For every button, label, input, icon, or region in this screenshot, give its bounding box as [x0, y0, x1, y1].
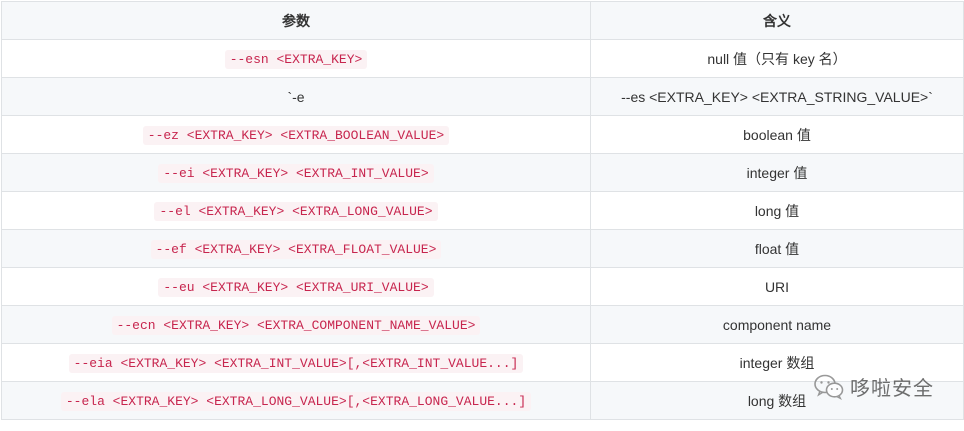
table-body: --esn <EXTRA_KEY> null 值（只有 key 名） `-e --es… [1, 39, 964, 420]
param-code: --ef <EXTRA_KEY> <EXTRA_FLOAT_VALUE> [150, 240, 442, 259]
param-cell: --esn <EXTRA_KEY> [1, 39, 591, 78]
param-text: `-e [287, 88, 305, 105]
table-row: --esn <EXTRA_KEY> null 值（只有 key 名） [1, 39, 964, 78]
watermark-text: 哆啦安全 [850, 376, 934, 400]
param-code: --ez <EXTRA_KEY> <EXTRA_BOOLEAN_VALUE> [142, 126, 450, 145]
param-cell: --ela <EXTRA_KEY> <EXTRA_LONG_VALUE>[,<E… [1, 381, 591, 420]
param-code: --ela <EXTRA_KEY> <EXTRA_LONG_VALUE>[,<E… [60, 392, 532, 411]
wechat-icon [814, 374, 844, 400]
table-row: --ef <EXTRA_KEY> <EXTRA_FLOAT_VALUE> floa… [1, 229, 964, 268]
param-cell: `-e [1, 77, 591, 116]
param-code: --ei <EXTRA_KEY> <EXTRA_INT_VALUE> [158, 164, 434, 183]
param-code: --ecn <EXTRA_KEY> <EXTRA_COMPONENT_NAME_… [111, 316, 481, 335]
table-row: --eu <EXTRA_KEY> <EXTRA_URI_VALUE> URI [1, 267, 964, 306]
table-row: --ez <EXTRA_KEY> <EXTRA_BOOLEAN_VALUE> bo… [1, 115, 964, 154]
table-row: --ei <EXTRA_KEY> <EXTRA_INT_VALUE> intege… [1, 153, 964, 192]
meaning-cell: long 值 [590, 191, 964, 230]
meaning-cell: boolean 值 [590, 115, 964, 154]
param-code: --eu <EXTRA_KEY> <EXTRA_URI_VALUE> [158, 278, 434, 297]
meaning-cell: float 值 [590, 229, 964, 268]
param-code: --esn <EXTRA_KEY> [224, 50, 368, 69]
param-code: --el <EXTRA_KEY> <EXTRA_LONG_VALUE> [154, 202, 438, 221]
table-header-row: 参数 含义 [1, 1, 964, 40]
meaning-cell: integer 值 [590, 153, 964, 192]
param-cell: --el <EXTRA_KEY> <EXTRA_LONG_VALUE> [1, 191, 591, 230]
watermark: 哆啦安全 [814, 372, 934, 401]
param-cell: --ez <EXTRA_KEY> <EXTRA_BOOLEAN_VALUE> [1, 115, 591, 154]
table-row: `-e --es <EXTRA_KEY> <EXTRA_STRING_VALUE>… [1, 77, 964, 116]
parameters-table: 参数 含义 --esn <EXTRA_KEY> null 值（只有 key 名） `… [1, 1, 964, 420]
meaning-cell: --es <EXTRA_KEY> <EXTRA_STRING_VALUE>` [590, 77, 964, 116]
header-param: 参数 [1, 1, 591, 40]
meaning-cell: URI [590, 267, 964, 306]
param-cell: --ecn <EXTRA_KEY> <EXTRA_COMPONENT_NAME_… [1, 305, 591, 344]
header-meaning: 含义 [590, 1, 964, 40]
table-row: --el <EXTRA_KEY> <EXTRA_LONG_VALUE> long … [1, 191, 964, 230]
param-cell: --eu <EXTRA_KEY> <EXTRA_URI_VALUE> [1, 267, 591, 306]
meaning-cell: null 值（只有 key 名） [590, 39, 964, 78]
param-code: --eia <EXTRA_KEY> <EXTRA_INT_VALUE>[,<EX… [68, 354, 524, 373]
meaning-cell: component name [590, 305, 964, 344]
param-cell: --eia <EXTRA_KEY> <EXTRA_INT_VALUE>[,<EX… [1, 343, 591, 382]
param-cell: --ef <EXTRA_KEY> <EXTRA_FLOAT_VALUE> [1, 229, 591, 268]
param-cell: --ei <EXTRA_KEY> <EXTRA_INT_VALUE> [1, 153, 591, 192]
table-row: --ecn <EXTRA_KEY> <EXTRA_COMPONENT_NAME_… [1, 305, 964, 344]
